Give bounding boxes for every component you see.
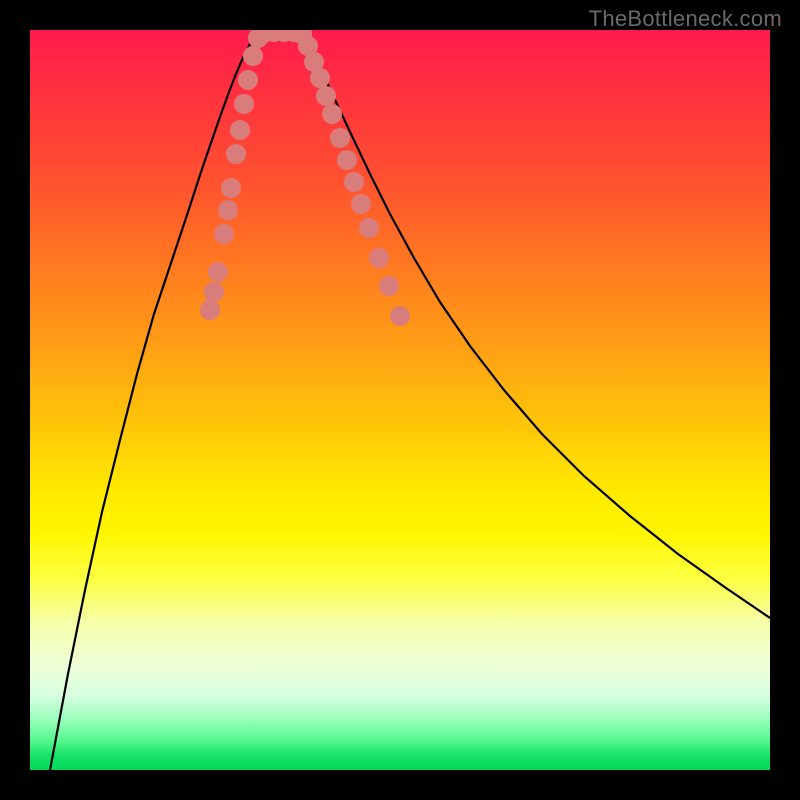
chart-overlay bbox=[30, 30, 770, 770]
plot-area bbox=[30, 30, 770, 770]
chart-frame: TheBottleneck.com bbox=[0, 0, 800, 800]
data-marker bbox=[234, 94, 254, 114]
data-marker bbox=[351, 194, 371, 214]
data-marker bbox=[243, 46, 263, 66]
watermark-text: TheBottleneck.com bbox=[589, 6, 782, 32]
bottleneck-curve bbox=[50, 30, 770, 770]
data-marker bbox=[238, 70, 258, 90]
data-marker bbox=[359, 218, 379, 238]
data-marker bbox=[316, 86, 336, 106]
data-marker bbox=[214, 224, 234, 244]
data-marker bbox=[337, 150, 357, 170]
data-marker bbox=[204, 282, 224, 302]
data-marker bbox=[322, 104, 342, 124]
data-marker bbox=[218, 200, 238, 220]
data-markers bbox=[200, 30, 410, 326]
data-marker bbox=[369, 248, 389, 268]
curve-path bbox=[50, 30, 770, 770]
data-marker bbox=[221, 178, 241, 198]
data-marker bbox=[200, 300, 220, 320]
data-marker bbox=[390, 306, 410, 326]
data-marker bbox=[226, 144, 246, 164]
data-marker bbox=[344, 172, 364, 192]
data-marker bbox=[330, 128, 350, 148]
data-marker bbox=[208, 262, 228, 282]
data-marker bbox=[379, 276, 399, 296]
data-marker bbox=[230, 120, 250, 140]
data-marker bbox=[310, 68, 330, 88]
